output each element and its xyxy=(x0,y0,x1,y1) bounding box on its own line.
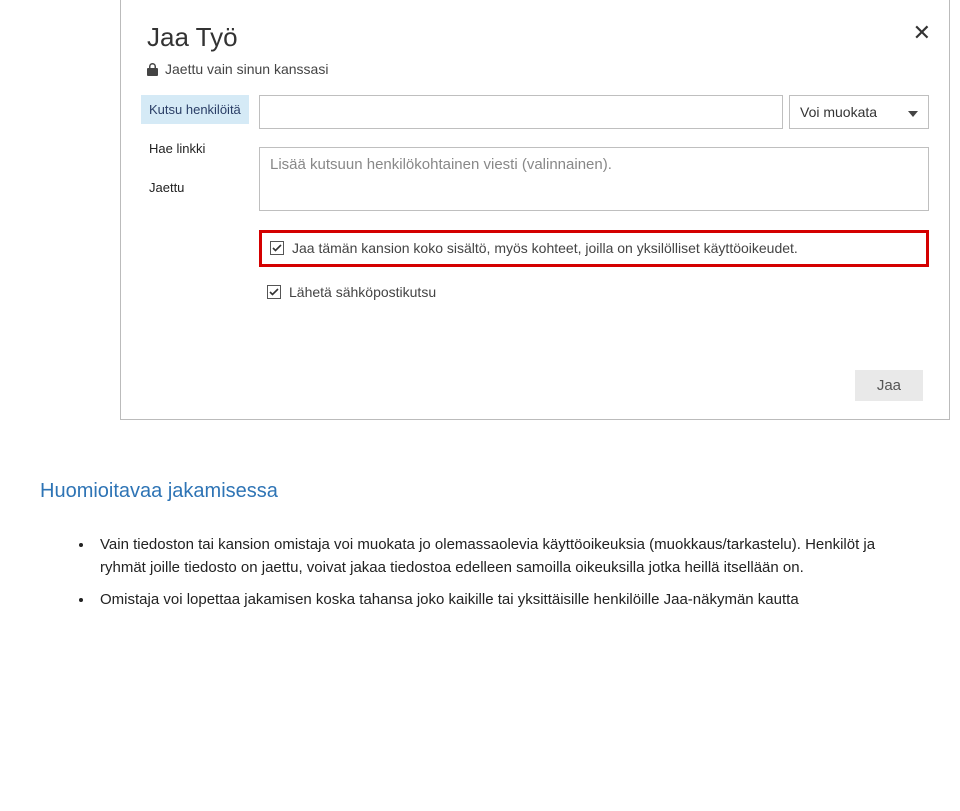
send-email-checkbox[interactable] xyxy=(267,285,281,299)
share-dialog: ✕ Jaa Työ Jaettu vain sinun kanssasi Kut… xyxy=(120,0,950,420)
invite-people-input[interactable] xyxy=(259,95,783,129)
share-all-contents-row[interactable]: Jaa tämän kansion koko sisältö, myös koh… xyxy=(259,230,929,267)
chevron-down-icon xyxy=(908,104,918,120)
invite-message-input[interactable] xyxy=(259,147,929,211)
doc-bullet-list: Vain tiedoston tai kansion omistaja voi … xyxy=(40,533,920,611)
doc-heading: Huomioitavaa jakamisessa xyxy=(40,480,920,503)
list-item: Vain tiedoston tai kansion omistaja voi … xyxy=(94,533,920,580)
share-status: Jaettu vain sinun kanssasi xyxy=(147,61,929,77)
tab-get-link[interactable]: Hae linkki xyxy=(141,134,249,163)
side-tabs: Kutsu henkilöitä Hae linkki Jaettu xyxy=(141,95,249,308)
share-status-text: Jaettu vain sinun kanssasi xyxy=(165,61,328,77)
share-button[interactable]: Jaa xyxy=(855,370,923,401)
share-all-contents-label: Jaa tämän kansion koko sisältö, myös koh… xyxy=(292,239,798,258)
tab-shared[interactable]: Jaettu xyxy=(141,173,249,202)
send-email-label: Lähetä sähköpostikutsu xyxy=(289,283,436,302)
doc-section: Huomioitavaa jakamisessa Vain tiedoston … xyxy=(40,480,920,611)
permission-selected-label: Voi muokata xyxy=(800,104,877,120)
send-email-row[interactable]: Lähetä sähköpostikutsu xyxy=(259,277,929,308)
list-item: Omistaja voi lopettaa jakamisen koska ta… xyxy=(94,588,920,611)
lock-icon xyxy=(147,63,158,76)
tab-invite-people[interactable]: Kutsu henkilöitä xyxy=(141,95,249,124)
close-icon[interactable]: ✕ xyxy=(913,22,931,44)
share-all-contents-checkbox[interactable] xyxy=(270,241,284,255)
permission-select[interactable]: Voi muokata xyxy=(789,95,929,129)
dialog-title: Jaa Työ xyxy=(147,22,929,53)
